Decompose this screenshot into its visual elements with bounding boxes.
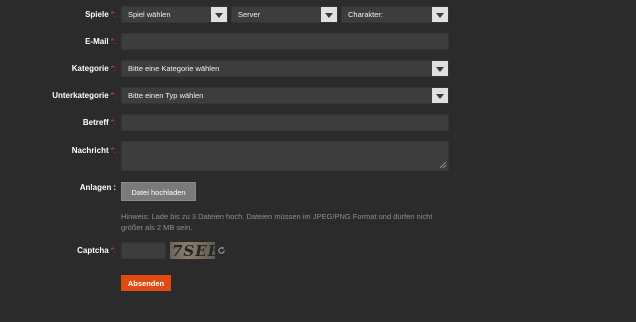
captcha-image: 7SEE	[170, 242, 215, 259]
upload-button[interactable]: Datei hochladen	[121, 182, 196, 201]
chevron-down-icon	[432, 88, 448, 103]
game-select[interactable]: Spiel wählen	[121, 6, 228, 23]
attachments-label: Anlagen:	[79, 183, 116, 192]
submit-button[interactable]: Absenden	[121, 275, 171, 291]
subcategory-select[interactable]: Bitte einen Typ wählen	[121, 87, 449, 104]
category-label: Kategorie *:	[71, 64, 116, 73]
resize-grip-icon[interactable]	[440, 162, 446, 168]
message-textarea[interactable]	[121, 141, 449, 171]
chevron-down-icon	[321, 7, 337, 22]
server-select[interactable]: Server	[231, 6, 338, 23]
chevron-down-icon	[432, 61, 448, 76]
category-select[interactable]: Bitte eine Kategorie wählen	[121, 60, 449, 77]
subject-label: Betreff *:	[82, 118, 116, 127]
subcategory-label: Unterkategorie *:	[52, 91, 116, 100]
message-label: Nachricht *:	[71, 146, 116, 155]
captcha-label: Captcha *:	[77, 246, 116, 255]
games-label: Spiele *:	[85, 10, 116, 19]
character-select[interactable]: Charakter:	[341, 6, 449, 23]
email-field[interactable]	[121, 33, 449, 50]
captcha-input[interactable]	[121, 242, 166, 259]
chevron-down-icon	[211, 7, 227, 22]
email-label: E-Mail *:	[85, 37, 116, 46]
subject-field[interactable]	[121, 114, 449, 131]
upload-hint: Hinweis: Lade bis zu 3 Dateien hoch. Dat…	[121, 212, 433, 232]
chevron-down-icon	[432, 7, 448, 22]
refresh-icon[interactable]	[217, 246, 226, 255]
